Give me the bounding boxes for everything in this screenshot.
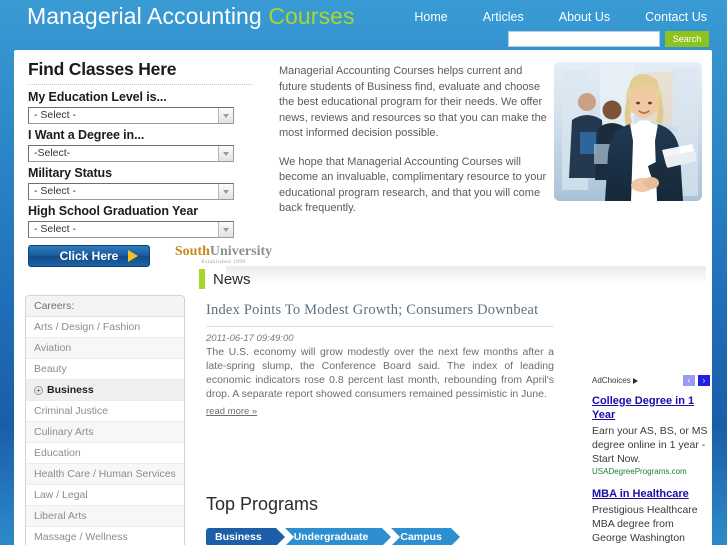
nav-item-about-us[interactable]: About Us	[559, 10, 610, 24]
sponsor-name-part2: University	[209, 244, 273, 259]
breadcrumb-step-business[interactable]: Business	[206, 528, 285, 545]
careers-item-massage-wellness[interactable]: Massage / Wellness	[26, 527, 184, 545]
logo-accent-text: Courses	[268, 3, 355, 29]
ad-description-1: Earn your AS, BS, or MS degree online in…	[592, 425, 708, 465]
ad-item-2: MBA in Healthcare Prestigious Healthcare…	[592, 484, 710, 545]
select-degree-value: -Select-	[28, 145, 234, 162]
chevron-down-icon	[218, 108, 233, 123]
chevron-down-icon	[218, 146, 233, 161]
ad-title-mba-healthcare[interactable]: MBA in Healthcare	[592, 487, 689, 501]
intro-text: Managerial Accounting Courses helps curr…	[279, 64, 547, 217]
select-education-level[interactable]: - Select -	[28, 107, 234, 124]
label-degree: I Want a Degree in...	[28, 128, 145, 142]
adchoices-row: AdChoices ‹ ›	[592, 375, 710, 386]
ad-url-1: USADegreePrograms.com	[592, 467, 687, 476]
ad-prev-arrow-icon[interactable]: ‹	[683, 375, 695, 386]
find-classes-title: Find Classes Here	[28, 59, 177, 79]
careers-item-aviation[interactable]: Aviation	[26, 338, 184, 359]
careers-item-culinary-arts[interactable]: Culinary Arts	[26, 422, 184, 443]
logo-main-text: Managerial Accounting	[27, 3, 262, 29]
ad-next-arrow-icon[interactable]: ›	[698, 375, 710, 386]
news-article-date: 2011-06-17 09:49:00	[206, 333, 294, 344]
label-military-status: Military Status	[28, 166, 112, 180]
careers-item-business[interactable]: + Business	[26, 380, 184, 401]
arrow-right-icon	[128, 250, 138, 262]
select-military-status[interactable]: - Select -	[28, 183, 234, 200]
news-section-title: News	[213, 270, 251, 288]
news-header-shade	[226, 266, 706, 286]
content-panel: Find Classes Here My Education Level is.…	[14, 50, 712, 545]
nav-item-articles[interactable]: Articles	[483, 10, 524, 24]
site-header: Managerial Accounting Courses Home Artic…	[0, 0, 727, 50]
adchoices-label[interactable]: AdChoices	[592, 376, 638, 385]
divider	[28, 84, 253, 85]
ad-item-1: College Degree in 1 Year Earn your AS, B…	[592, 394, 710, 476]
breadcrumb-step-undergraduate[interactable]: Undergraduate	[284, 528, 392, 545]
top-programs-breadcrumb: Business Undergraduate Campus	[206, 528, 461, 545]
page-root: Managerial Accounting Courses Home Artic…	[0, 0, 727, 545]
search-button[interactable]: Search	[665, 31, 709, 47]
careers-item-law-legal[interactable]: Law / Legal	[26, 485, 184, 506]
sponsor-name-part1: South	[174, 244, 210, 259]
news-accent-bar	[199, 269, 205, 289]
click-here-button[interactable]: Click Here	[28, 245, 150, 267]
careers-item-arts-design-fashion[interactable]: Arts / Design / Fashion	[26, 317, 184, 338]
search-bar: Search	[508, 31, 709, 47]
hero-illustration	[554, 62, 702, 201]
site-logo[interactable]: Managerial Accounting Courses	[27, 3, 355, 30]
breadcrumb-step-campus[interactable]: Campus	[391, 528, 461, 545]
hero-image-business-people	[554, 62, 702, 201]
ad-column: AdChoices ‹ › College Degree in 1 Year E…	[592, 375, 710, 545]
intro-paragraph-2: We hope that Managerial Accounting Cours…	[279, 155, 547, 215]
ad-title-college-degree[interactable]: College Degree in 1 Year	[592, 394, 710, 422]
careers-heading: Careers:	[26, 296, 184, 317]
news-article-body: The U.S. economy will grow modestly over…	[206, 346, 554, 400]
label-education-level: My Education Level is...	[28, 90, 167, 104]
click-here-label: Click Here	[59, 249, 119, 263]
chevron-down-icon	[218, 184, 233, 199]
careers-item-health-care-human-services[interactable]: Health Care / Human Services	[26, 464, 184, 485]
chevron-down-icon	[218, 222, 233, 237]
top-programs-title: Top Programs	[206, 494, 319, 514]
adchoices-triangle-icon	[632, 377, 638, 384]
news-article-headline[interactable]: Index Points To Modest Growth; Consumers…	[206, 302, 554, 327]
search-input[interactable]	[508, 31, 660, 47]
careers-sidebar: Careers: Arts / Design / Fashion Aviatio…	[25, 295, 185, 545]
careers-item-beauty[interactable]: Beauty	[26, 359, 184, 380]
nav-item-contact-us[interactable]: Contact Us	[645, 10, 707, 24]
news-article: Index Points To Modest Growth; Consumers…	[206, 302, 554, 419]
nav-item-home[interactable]: Home	[414, 10, 447, 24]
main-navigation: Home Articles About Us Contact Us	[414, 10, 707, 24]
intro-paragraph-1: Managerial Accounting Courses helps curr…	[279, 65, 547, 139]
select-education-level-value: - Select -	[28, 107, 234, 124]
sponsor-logo-south-university[interactable]: SouthUniversity Established 1899	[166, 244, 281, 265]
select-military-status-value: - Select -	[28, 183, 234, 200]
careers-item-business-label: Business	[47, 384, 94, 396]
select-graduation-year[interactable]: - Select -	[28, 221, 234, 238]
careers-item-criminal-justice[interactable]: Criminal Justice	[26, 401, 184, 422]
select-graduation-year-value: - Select -	[28, 221, 234, 238]
careers-item-education[interactable]: Education	[26, 443, 184, 464]
select-degree[interactable]: -Select-	[28, 145, 234, 162]
adchoices-text: AdChoices	[592, 376, 631, 385]
label-graduation-year: High School Graduation Year	[28, 204, 199, 218]
ad-description-2: Prestigious Healthcare MBA degree from G…	[592, 504, 698, 544]
ad-pagination: ‹ ›	[683, 375, 710, 386]
expand-plus-icon[interactable]: +	[34, 385, 43, 395]
sponsor-name: SouthUniversity	[166, 244, 281, 260]
news-section-header: News	[199, 269, 251, 289]
find-classes-widget: Find Classes Here My Education Level is.…	[28, 59, 268, 267]
careers-item-liberal-arts[interactable]: Liberal Arts	[26, 506, 184, 527]
read-more-link[interactable]: read more »	[206, 406, 257, 417]
